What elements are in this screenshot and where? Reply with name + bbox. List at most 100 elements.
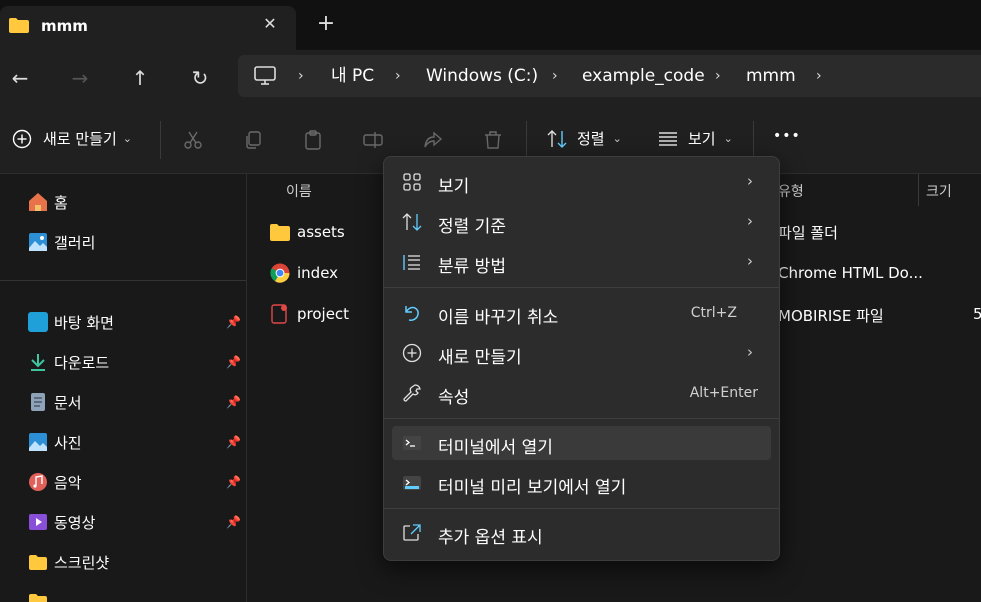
sidebar-item-label: 음악 xyxy=(54,473,82,492)
menu-separator xyxy=(384,287,779,288)
divider xyxy=(753,121,754,159)
chevron-right-icon: › xyxy=(747,172,753,190)
delete-icon[interactable] xyxy=(483,130,503,150)
new-button-label: 새로 만들기 xyxy=(43,130,117,148)
cut-icon[interactable] xyxy=(183,130,203,150)
pin-icon[interactable]: 📌 xyxy=(226,515,241,529)
gallery-icon xyxy=(29,233,47,251)
navigation-pane: 홈 갤러리 바탕 화면 📌 다운로드 📌 문서 📌 사진 📌 음악 📌 동영상 … xyxy=(0,174,247,602)
chevron-right-icon: › xyxy=(747,252,753,270)
chevron-right-icon[interactable]: › xyxy=(715,55,721,97)
menu-item-open-in-terminal-preview[interactable]: 터미널 미리 보기에서 열기 xyxy=(392,466,771,500)
new-button[interactable]: 새로 만들기 ⌄ xyxy=(12,128,132,149)
menu-item-properties[interactable]: 속성 Alt+Enter xyxy=(392,376,771,410)
menu-item-show-more-options[interactable]: 추가 옵션 표시 xyxy=(392,516,771,550)
file-name: index xyxy=(297,264,339,282)
sidebar-item-videos[interactable]: 동영상 xyxy=(28,511,95,533)
sidebar-item-gallery[interactable]: 갤러리 xyxy=(28,231,95,253)
sidebar-item-desktop[interactable]: 바탕 화면 xyxy=(28,311,114,333)
plus-circle-icon xyxy=(402,343,422,363)
tab-mmm[interactable]: mmm ✕ xyxy=(0,6,296,50)
mobirise-file-icon xyxy=(271,304,287,324)
folder-icon xyxy=(29,555,47,570)
sidebar-item-label: 동영상 xyxy=(54,513,96,532)
menu-item-open-in-terminal[interactable]: 터미널에서 열기 xyxy=(392,426,771,460)
chevron-right-icon[interactable]: › xyxy=(298,55,304,97)
chevron-down-icon: ⌄ xyxy=(122,132,132,145)
sidebar-item-pictures[interactable]: 사진 xyxy=(28,431,82,453)
breadcrumb-my-pc[interactable]: 내 PC xyxy=(331,55,374,97)
menu-item-view[interactable]: 보기 › xyxy=(392,165,771,199)
menu-item-group-by[interactable]: 분류 방법 › xyxy=(392,245,771,279)
file-name: project xyxy=(297,305,350,323)
column-header-type[interactable]: 유형 xyxy=(778,181,804,201)
breadcrumb-mmm[interactable]: mmm xyxy=(746,55,796,97)
column-divider[interactable] xyxy=(918,174,919,206)
copy-icon[interactable] xyxy=(243,130,263,150)
menu-item-label: 분류 방법 xyxy=(438,257,506,277)
menu-item-label: 터미널에서 열기 xyxy=(438,438,553,458)
wrench-icon xyxy=(403,384,421,402)
sort-icon xyxy=(402,213,422,231)
sidebar-item-documents[interactable]: 문서 xyxy=(28,391,82,413)
up-button[interactable]: ↑ xyxy=(120,58,160,98)
new-tab-button[interactable]: + xyxy=(316,13,336,35)
terminal-icon xyxy=(403,436,421,450)
sidebar-item-label: 문서 xyxy=(54,393,82,412)
folder-icon xyxy=(9,18,29,33)
sidebar-item-music[interactable]: 음악 xyxy=(28,471,82,493)
terminal-preview-icon xyxy=(403,476,421,490)
file-type: Chrome HTML Do... xyxy=(778,264,923,282)
breadcrumb-windows-c[interactable]: Windows (C:) xyxy=(426,55,538,97)
sidebar-item-screenshots[interactable]: 스크린샷 xyxy=(28,551,109,573)
sort-button-label: 정렬 xyxy=(577,130,605,148)
file-row-project[interactable]: project xyxy=(270,302,349,326)
download-icon xyxy=(31,354,45,371)
pin-icon[interactable]: 📌 xyxy=(226,435,241,449)
sidebar-item-home[interactable]: 홈 xyxy=(28,191,68,213)
more-options-icon[interactable]: ••• xyxy=(773,128,801,144)
sidebar-item-label: 바탕 화면 xyxy=(54,313,114,332)
sidebar-item-label: 다운로드 xyxy=(54,353,110,372)
divider xyxy=(160,121,161,159)
chevron-down-icon: ⌄ xyxy=(723,132,733,145)
menu-item-new[interactable]: 새로 만들기 › xyxy=(392,336,771,370)
pin-icon[interactable]: 📌 xyxy=(226,355,241,369)
pin-icon[interactable]: 📌 xyxy=(226,475,241,489)
view-button[interactable]: 보기 ⌄ xyxy=(658,128,733,149)
share-icon[interactable] xyxy=(423,130,443,150)
file-row-assets[interactable]: assets xyxy=(270,220,345,244)
sidebar-item-label: 홈 xyxy=(54,193,68,212)
menu-item-label: 터미널 미리 보기에서 열기 xyxy=(438,478,627,498)
menu-item-sort-by[interactable]: 정렬 기준 › xyxy=(392,205,771,239)
sort-icon xyxy=(547,129,567,148)
paste-icon[interactable] xyxy=(303,130,323,150)
back-button[interactable]: ← xyxy=(0,58,40,98)
address-bar[interactable]: › 내 PC › Windows (C:) › example_code › m… xyxy=(238,55,981,97)
column-header-size[interactable]: 크기 xyxy=(926,181,952,201)
sidebar-item-downloads[interactable]: 다운로드 xyxy=(28,351,109,373)
context-menu: 보기 › 정렬 기준 › 분류 방법 › 이름 바꾸기 취소 Ctrl+Z 새로… xyxy=(383,156,780,561)
plus-circle-icon xyxy=(12,129,32,148)
desktop-icon xyxy=(28,312,48,332)
breadcrumb-example-code[interactable]: example_code xyxy=(582,55,705,97)
menu-item-undo-rename[interactable]: 이름 바꾸기 취소 Ctrl+Z xyxy=(392,296,771,330)
file-type: 파일 폴더 xyxy=(778,224,838,242)
forward-button[interactable]: → xyxy=(60,58,100,98)
chevron-right-icon: › xyxy=(747,212,753,230)
chevron-right-icon[interactable]: › xyxy=(816,55,822,97)
chevron-right-icon[interactable]: › xyxy=(395,55,401,97)
pin-icon[interactable]: 📌 xyxy=(226,395,241,409)
rename-icon[interactable] xyxy=(363,130,383,150)
close-icon[interactable]: ✕ xyxy=(260,14,280,34)
column-header-name[interactable]: 이름 xyxy=(286,181,312,201)
pin-icon[interactable]: 📌 xyxy=(226,315,241,329)
folder-icon[interactable] xyxy=(28,592,48,602)
chevron-right-icon[interactable]: › xyxy=(552,55,558,97)
grid-view-icon xyxy=(403,173,421,191)
sort-button[interactable]: 정렬 ⌄ xyxy=(546,128,622,149)
file-row-index[interactable]: index xyxy=(270,261,338,285)
refresh-button[interactable]: ↻ xyxy=(180,58,220,98)
menu-item-label: 이름 바꾸기 취소 xyxy=(438,308,559,328)
folder-icon xyxy=(270,224,290,241)
